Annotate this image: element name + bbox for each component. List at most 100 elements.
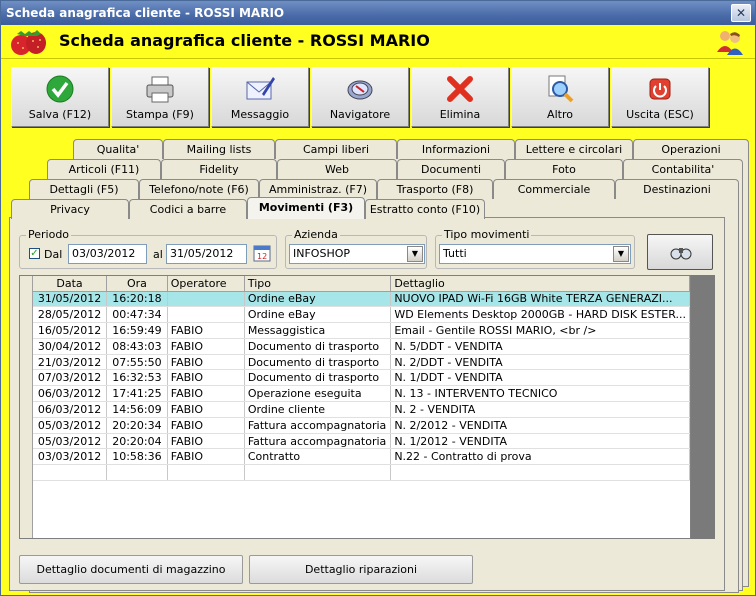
- calendar-icon[interactable]: 12: [252, 243, 272, 263]
- table-row-empty[interactable]: [33, 464, 690, 482]
- table-cell-operatore: FABIO: [167, 433, 245, 450]
- tab-foto[interactable]: Foto: [505, 159, 623, 179]
- chevron-down-icon[interactable]: ▼: [613, 246, 629, 262]
- search-button[interactable]: [647, 234, 713, 270]
- tab-informazioni[interactable]: Informazioni: [397, 139, 515, 159]
- table-row[interactable]: 16/05/2012 16:59:49 FABIO Messaggistica Emai…: [33, 322, 690, 339]
- table-cell-data: 03/03/2012: [33, 448, 108, 466]
- tab-codici-a-barre[interactable]: Codici a barre: [129, 199, 247, 219]
- table-cell-tipo: Documento di trasporto: [244, 338, 392, 355]
- table-row[interactable]: 03/03/2012 10:58:36 FABIO Contratto N.22 - C…: [33, 448, 690, 466]
- table-row[interactable]: 05/03/2012 20:20:34 FABIO Fattura accompagn…: [33, 417, 690, 434]
- close-button[interactable]: ✕: [731, 4, 751, 22]
- column-header-ora[interactable]: Ora: [106, 276, 168, 292]
- binoculars-icon: [670, 248, 692, 260]
- tab-privacy[interactable]: Privacy: [11, 199, 129, 219]
- navigator-label: Navigatore: [329, 108, 391, 121]
- chevron-down-icon[interactable]: ▼: [407, 246, 423, 262]
- table-cell-data: 30/04/2012: [33, 338, 108, 355]
- tipo-movimenti-title: Tipo movimenti: [442, 228, 532, 241]
- table-row[interactable]: 05/03/2012 20:20:04 FABIO Fattura accompagn…: [33, 433, 690, 450]
- other-label: Altro: [547, 108, 573, 121]
- table-row[interactable]: 31/05/2012 16:20:18 Ordine eBay NUOVO IPAD …: [33, 291, 690, 308]
- table-cell-ora: 20:20:04: [106, 433, 168, 450]
- tab-articoli[interactable]: Articoli (F11): [47, 159, 161, 179]
- table-cell-tipo: Messaggistica: [244, 322, 392, 339]
- table-cell-data: 16/05/2012: [33, 322, 108, 339]
- table-cell-data: 05/03/2012: [33, 433, 108, 450]
- dettaglio-magazzino-button[interactable]: Dettaglio documenti di magazzino: [19, 555, 243, 584]
- table-cell-tipo: Operazione eseguita: [244, 385, 392, 403]
- movements-table: Data Ora Operatore Tipo Dettaglio 31/05/…: [19, 275, 691, 539]
- table-cell-ora: 10:58:36: [106, 448, 168, 466]
- delete-label: Elimina: [439, 108, 481, 121]
- strawberry-logo-icon: [11, 30, 46, 55]
- print-button[interactable]: Stampa (F9): [111, 67, 209, 127]
- save-label: Salva (F12): [28, 108, 92, 121]
- save-button[interactable]: Salva (F12): [11, 67, 109, 127]
- tab-amministraz[interactable]: Amministraz. (F7): [259, 179, 377, 199]
- header-bar: Scheda anagrafica cliente - ROSSI MARIO: [1, 25, 755, 59]
- azienda-select[interactable]: INFOSHOP ▼: [289, 244, 425, 264]
- toolbar: Salva (F12) Stampa (F9) Messaggio Naviga…: [1, 59, 755, 133]
- table-cell-data: 28/05/2012: [33, 306, 108, 324]
- table-cell-dettaglio: N. 2 - VENDITA: [390, 401, 690, 418]
- table-cell-dettaglio: NUOVO IPAD Wi-Fi 16GB White TERZA GENERA…: [390, 291, 690, 308]
- delete-x-icon: [447, 76, 473, 102]
- tab-estratto-conto[interactable]: Estratto conto (F10): [365, 199, 485, 219]
- column-header-dettaglio[interactable]: Dettaglio: [390, 276, 690, 292]
- date-from-field[interactable]: 03/03/2012: [68, 244, 147, 264]
- tab-contabilita[interactable]: Contabilita': [623, 159, 743, 179]
- table-cell-ora: 17:41:25: [106, 385, 168, 403]
- tab-movimenti[interactable]: Movimenti (F3): [247, 197, 365, 219]
- azienda-title: Azienda: [292, 228, 340, 241]
- table-cell-dettaglio: Email - Gentile ROSSI MARIO, <br />: [390, 322, 690, 339]
- table-row[interactable]: 28/05/2012 00:47:34 Ordine eBay WD Elements…: [33, 306, 690, 324]
- other-button[interactable]: Altro: [511, 67, 609, 127]
- tab-documenti[interactable]: Documenti: [397, 159, 505, 179]
- dettaglio-riparazioni-button[interactable]: Dettaglio riparazioni: [249, 555, 473, 584]
- navigator-button[interactable]: Navigatore: [311, 67, 409, 127]
- tab-dettagli[interactable]: Dettagli (F5): [29, 179, 139, 199]
- tipo-movimenti-select[interactable]: Tutti ▼: [439, 244, 631, 264]
- table-row[interactable]: 21/03/2012 07:55:50 FABIO Documento di tras…: [33, 354, 690, 371]
- tab-lettere-circolari[interactable]: Lettere e circolari: [515, 139, 633, 159]
- column-header-tipo[interactable]: Tipo: [244, 276, 392, 292]
- message-button[interactable]: Messaggio: [211, 67, 309, 127]
- column-header-operatore[interactable]: Operatore: [167, 276, 245, 292]
- table-cell-ora: 14:56:09: [106, 401, 168, 418]
- window-title: Scheda anagrafica cliente - ROSSI MARIO: [6, 6, 285, 20]
- table-cell-operatore: FABIO: [167, 354, 245, 371]
- table-cell-ora: 08:43:03: [106, 338, 168, 355]
- column-header-data[interactable]: Data: [33, 276, 108, 292]
- table-cell-operatore: FABIO: [167, 401, 245, 418]
- table-cell-operatore: FABIO: [167, 417, 245, 434]
- envelope-icon: [246, 77, 275, 100]
- table-row[interactable]: 06/03/2012 14:56:09 FABIO Ordine cliente N. …: [33, 401, 690, 418]
- tab-fidelity[interactable]: Fidelity: [161, 159, 277, 179]
- tab-trasporto[interactable]: Trasporto (F8): [377, 179, 493, 199]
- tab-operazioni[interactable]: Operazioni: [633, 139, 749, 159]
- page-title: Scheda anagrafica cliente - ROSSI MARIO: [59, 31, 430, 50]
- table-cell-operatore: [167, 306, 245, 324]
- tab-mailing-lists[interactable]: Mailing lists: [163, 139, 275, 159]
- tab-commerciale[interactable]: Commerciale: [493, 179, 615, 199]
- table-row[interactable]: 06/03/2012 17:41:25 FABIO Operazione esegui…: [33, 385, 690, 403]
- exit-label: Uscita (ESC): [626, 108, 694, 121]
- tab-web[interactable]: Web: [277, 159, 397, 179]
- users-icon[interactable]: [715, 28, 745, 56]
- delete-button[interactable]: Elimina: [411, 67, 509, 127]
- tab-campi-liberi[interactable]: Campi liberi: [275, 139, 397, 159]
- table-row[interactable]: 30/04/2012 08:43:03 FABIO Documento di tras…: [33, 338, 690, 355]
- date-to-field[interactable]: 31/05/2012: [166, 244, 247, 264]
- table-cell-tipo: Documento di trasporto: [244, 354, 392, 371]
- table-cell-empty: [390, 464, 690, 482]
- tab-telefono-note[interactable]: Telefono/note (F6): [139, 179, 259, 199]
- exit-button[interactable]: Uscita (ESC): [611, 67, 709, 127]
- grid-side-area: [691, 275, 715, 539]
- table-row[interactable]: 07/03/2012 16:32:53 FABIO Documento di tras…: [33, 369, 690, 387]
- row-selector-gutter: [20, 276, 33, 538]
- tab-qualita[interactable]: Qualita': [73, 139, 163, 159]
- tab-destinazioni[interactable]: Destinazioni: [615, 179, 739, 199]
- periodo-checkbox[interactable]: ✓: [29, 248, 40, 259]
